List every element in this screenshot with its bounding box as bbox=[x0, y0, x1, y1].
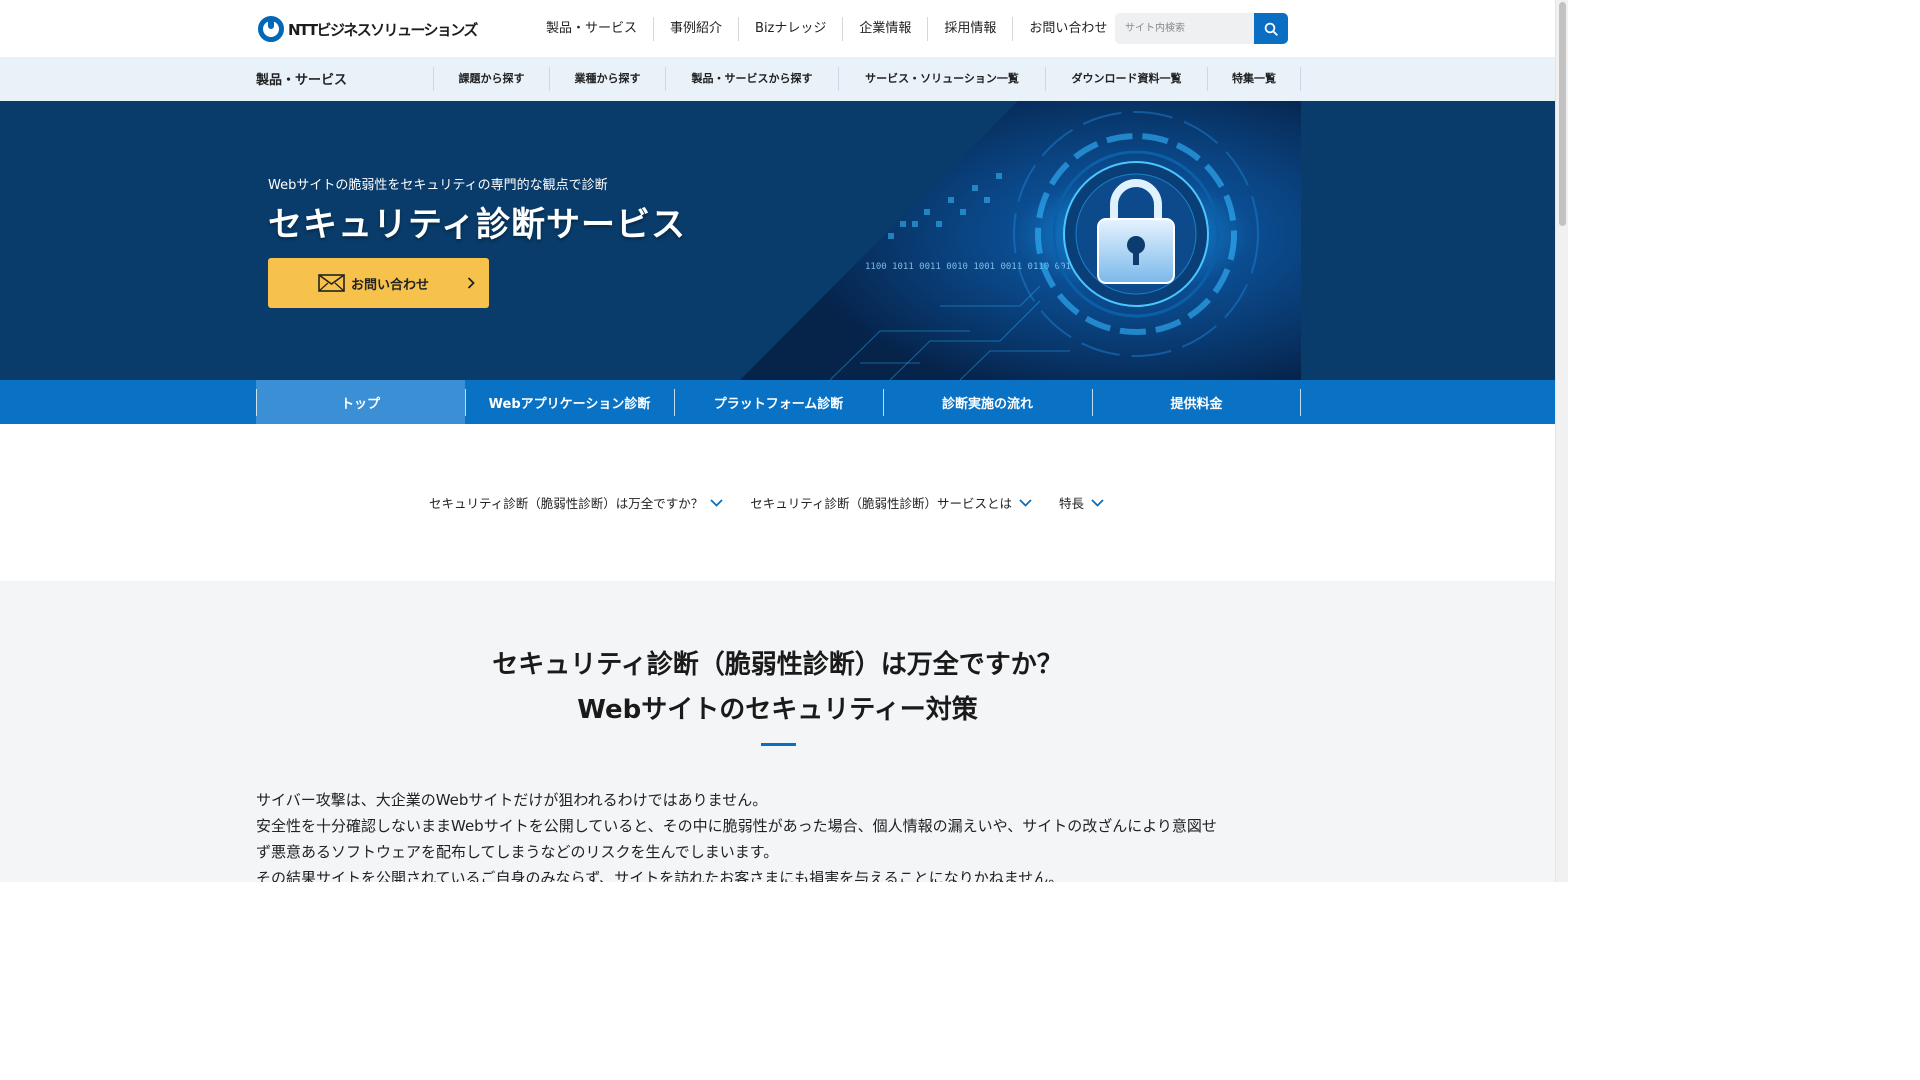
hero-contact-button[interactable]: お問い合わせ bbox=[268, 258, 489, 308]
scrollbar-thumb[interactable] bbox=[1559, 2, 1566, 226]
global-nav-biz-knowledge[interactable]: Bizナレッジ bbox=[738, 17, 842, 41]
service-local-nav: トップ Webアプリケーション診断 プラットフォーム診断 診断実施の流れ 提供料… bbox=[0, 380, 1555, 424]
site-search bbox=[1115, 13, 1288, 44]
page-scrollbar[interactable] bbox=[1555, 0, 1568, 882]
hero-title: セキュリティ診断サービス bbox=[268, 205, 686, 245]
site-header: NTTビジネスソリューションズ 製品・サービス 事例紹介 Bizナレッジ 企業情… bbox=[0, 0, 1555, 57]
service-tabs: トップ Webアプリケーション診断 プラットフォーム診断 診断実施の流れ 提供料… bbox=[256, 380, 1301, 424]
subnav-item-by-product[interactable]: 製品・サービスから探す bbox=[665, 67, 838, 91]
subnav-item-solution-list[interactable]: サービス・ソリューション一覧 bbox=[838, 67, 1045, 91]
section-title-line-1: セキュリティ診断（脆弱性診断）は万全ですか？ bbox=[492, 650, 1063, 680]
subnav-item-features[interactable]: 特集一覧 bbox=[1207, 67, 1301, 91]
chevron-down-icon bbox=[1091, 498, 1104, 507]
subnav-items: 課題から探す 業種から探す 製品・サービスから探す サービス・ソリューション一覧… bbox=[433, 67, 1301, 91]
global-nav: 製品・サービス 事例紹介 Bizナレッジ 企業情報 採用情報 お問い合わせ bbox=[530, 17, 1123, 41]
chevron-down-icon bbox=[710, 498, 723, 507]
chevron-right-icon bbox=[467, 277, 475, 289]
intro-section: セキュリティ診断（脆弱性診断）は万全ですか？ Webサイトのセキュリティー対策 … bbox=[0, 581, 1555, 882]
hero-security-illustration: 1100 1011 0011 0010 1001 0011 0110 0011 bbox=[740, 101, 1301, 380]
mail-icon bbox=[318, 274, 345, 292]
body-line: 安全性を十分確認しないままWebサイトを公開していると、その中に脆弱性があった場… bbox=[256, 817, 1217, 835]
search-icon bbox=[1264, 22, 1278, 36]
anchor-list: セキュリティ診断（脆弱性診断）は万全ですか？ セキュリティ診断（脆弱性診断）サー… bbox=[429, 493, 1104, 512]
section-body: サイバー攻撃は、大企業のWebサイトだけが狙われるわけではありません。 安全性を… bbox=[256, 787, 1306, 882]
subnav-item-by-industry[interactable]: 業種から探す bbox=[549, 67, 665, 91]
anchor-link-what-is-service[interactable]: セキュリティ診断（脆弱性診断）サービスとは bbox=[750, 493, 1032, 512]
section-title-line-2: Webサイトのセキュリティー対策 bbox=[577, 695, 978, 725]
ntt-logo-mark-icon bbox=[258, 16, 284, 42]
anchor-label: 特長 bbox=[1059, 496, 1085, 511]
body-line: その結果サイトを公開されているご自身のみならず、サイトを訪れたお客さまにも損害を… bbox=[256, 869, 1064, 882]
section-title: セキュリティ診断（脆弱性診断）は万全ですか？ Webサイトのセキュリティー対策 bbox=[0, 643, 1555, 733]
logo-text: NTTビジネスソリューションズ bbox=[288, 20, 478, 39]
title-underline bbox=[761, 743, 796, 746]
subnav-item-downloads[interactable]: ダウンロード資料一覧 bbox=[1045, 67, 1207, 91]
search-input[interactable] bbox=[1115, 13, 1254, 44]
global-nav-products[interactable]: 製品・サービス bbox=[530, 17, 653, 41]
site-logo[interactable]: NTTビジネスソリューションズ bbox=[258, 16, 478, 42]
hero-banner: 1100 1011 0011 0010 1001 0011 0110 0011 … bbox=[0, 101, 1555, 380]
category-subnav: 製品・サービス 課題から探す 業種から探す 製品・サービスから探す サービス・ソ… bbox=[0, 57, 1555, 101]
tab-web-application[interactable]: Webアプリケーション診断 bbox=[465, 380, 674, 424]
anchor-label: セキュリティ診断（脆弱性診断）サービスとは bbox=[750, 496, 1013, 511]
tab-process-flow[interactable]: 診断実施の流れ bbox=[883, 380, 1092, 424]
global-nav-case-studies[interactable]: 事例紹介 bbox=[653, 17, 738, 41]
body-line: サイバー攻撃は、大企業のWebサイトだけが狙われるわけではありません。 bbox=[256, 791, 768, 809]
anchor-link-is-it-sufficient[interactable]: セキュリティ診断（脆弱性診断）は万全ですか？ bbox=[429, 493, 723, 512]
subnav-title: 製品・サービス bbox=[256, 73, 348, 88]
search-button[interactable] bbox=[1254, 13, 1288, 44]
page-anchor-links: セキュリティ診断（脆弱性診断）は万全ですか？ セキュリティ診断（脆弱性診断）サー… bbox=[0, 424, 1555, 581]
tab-platform[interactable]: プラットフォーム診断 bbox=[674, 380, 883, 424]
tab-top[interactable]: トップ bbox=[256, 380, 465, 424]
hero-contact-label: お問い合わせ bbox=[351, 277, 430, 293]
anchor-link-features[interactable]: 特長 bbox=[1059, 493, 1104, 512]
global-nav-contact[interactable]: お問い合わせ bbox=[1012, 17, 1123, 41]
subnav-item-by-issue[interactable]: 課題から探す bbox=[433, 67, 549, 91]
global-nav-recruit[interactable]: 採用情報 bbox=[927, 17, 1012, 41]
chevron-down-icon bbox=[1019, 498, 1032, 507]
anchor-label: セキュリティ診断（脆弱性診断）は万全ですか？ bbox=[429, 496, 704, 511]
global-nav-company[interactable]: 企業情報 bbox=[842, 17, 927, 41]
tab-pricing[interactable]: 提供料金 bbox=[1092, 380, 1301, 424]
body-line: ず悪意あるソフトウェアを配布してしまうなどのリスクを生んでしまいます。 bbox=[256, 843, 779, 861]
hero-subtitle: Webサイトの脆弱性をセキュリティの専門的な観点で診断 bbox=[268, 178, 608, 193]
